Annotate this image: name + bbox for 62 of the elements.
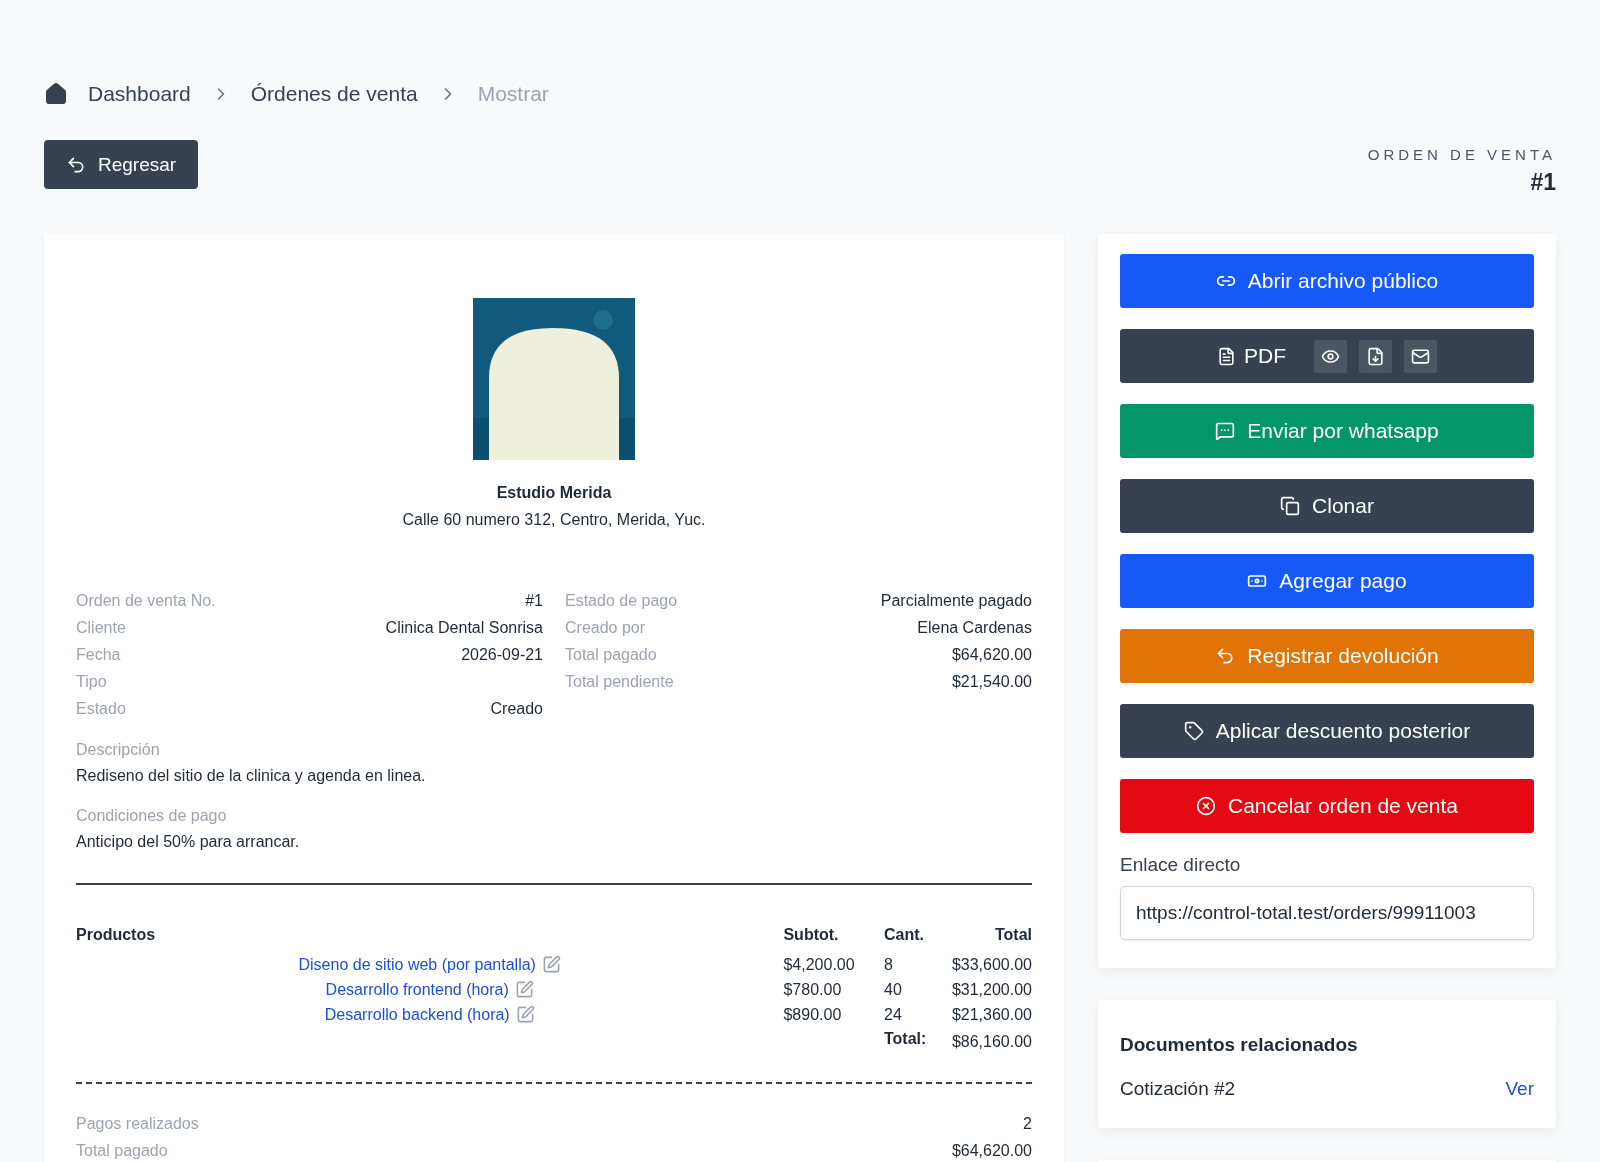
action-button[interactable]: Enviar por whatsapp (1120, 404, 1534, 458)
payment-label: Total pagado (76, 1141, 168, 1161)
note-label: Condiciones de pago (76, 807, 228, 825)
table-cell-text: 8 (884, 954, 894, 975)
detail-label: Estado de pago (565, 591, 678, 611)
detail-value: Parcialmente pagado (880, 591, 1032, 611)
column-header: Cant. (884, 925, 925, 945)
document-caption: ORDEN DE VENTA (1367, 146, 1556, 163)
table-cell-text: 24 (884, 1004, 903, 1025)
column-header: Total (993, 925, 1032, 945)
action-button[interactable]: Agregar pago (1120, 554, 1534, 608)
company-name: Estudio Merida (496, 484, 612, 502)
link-field[interactable]: https://control-total.test/orders/99911003 (1120, 886, 1534, 940)
document-name: Cotización #2 (1120, 1078, 1236, 1100)
detail-value: $21,540.00 (951, 672, 1032, 692)
pdf-button[interactable]: PDF (1217, 344, 1302, 368)
note-text: Rediseno del sitio de la clinica y agenda en linea. (76, 767, 427, 785)
breadcrumb-link[interactable]: Órdenes de venta (250, 82, 418, 106)
table-cell-text: $33,600.00 (950, 954, 1032, 975)
table-cell-text: $31,200.00 (950, 979, 1032, 1000)
detail-label: Estado (76, 699, 126, 719)
table-cell: $4,200.00 (783, 952, 884, 977)
field-label: Enlace directo (1120, 854, 1242, 876)
table-cell-text: $21,360.00 (950, 1004, 1032, 1025)
action-button[interactable]: Cancelar orden de venta (1120, 779, 1534, 833)
back-button[interactable]: Regresar (44, 140, 199, 189)
view-link[interactable]: Ver (1505, 1078, 1534, 1100)
detail-label: Total pendiente (565, 672, 674, 692)
detail-value: Clinica Dental Sonrisa (385, 618, 543, 638)
detail-label: Total pagado (565, 645, 657, 665)
detail-value: Elena Cardenas (917, 618, 1032, 638)
payment-value: 2 (1023, 1114, 1032, 1134)
detail-label: Fecha (76, 645, 121, 665)
card-title: Documentos relacionados (1120, 1034, 1359, 1056)
breadcrumb-link[interactable]: Dashboard (88, 82, 191, 106)
company-address: Calle 60 numero 312, Centro, Merida, Yuc. (402, 511, 706, 529)
note-label: Descripción (76, 741, 161, 759)
detail-value: $64,620.00 (951, 645, 1032, 665)
action-button[interactable]: Aplicar descuento posterior (1120, 704, 1534, 758)
total-value: $86,160.00 (950, 1031, 1032, 1052)
table-cell: $780.00 (783, 977, 884, 1002)
payment-label: Pagos realizados (76, 1114, 199, 1134)
action-button[interactable]: Abrir archivo público (1120, 254, 1534, 308)
detail-value: 2026-09-21 (461, 645, 543, 665)
detail-label: Tipo (76, 672, 107, 692)
detail-label: Orden de venta No. (76, 591, 216, 611)
product-link[interactable]: Desarrollo frontend (hora) (325, 981, 509, 998)
action-button[interactable]: Clonar (1120, 479, 1534, 533)
product-link[interactable]: Diseno de sitio web (por pantalla) (298, 956, 536, 973)
detail-value: #1 (525, 591, 543, 611)
detail-label: Cliente (76, 618, 126, 638)
column-header: Subtot. (783, 923, 884, 952)
product-link[interactable]: Desarrollo backend (hora) (324, 1006, 510, 1023)
column-header: Productos (76, 925, 157, 945)
table-cell: $890.00 (783, 1002, 884, 1027)
payment-value: $64,620.00 (951, 1141, 1032, 1161)
note-text: Anticipo del 50% para arrancar. (76, 833, 301, 851)
table-cell-text: 40 (884, 979, 903, 1000)
detail-label: Creado por (565, 618, 646, 638)
detail-value: Creado (490, 699, 543, 719)
total-label: Total: (884, 1029, 928, 1049)
order-number: #1 (1530, 169, 1556, 196)
